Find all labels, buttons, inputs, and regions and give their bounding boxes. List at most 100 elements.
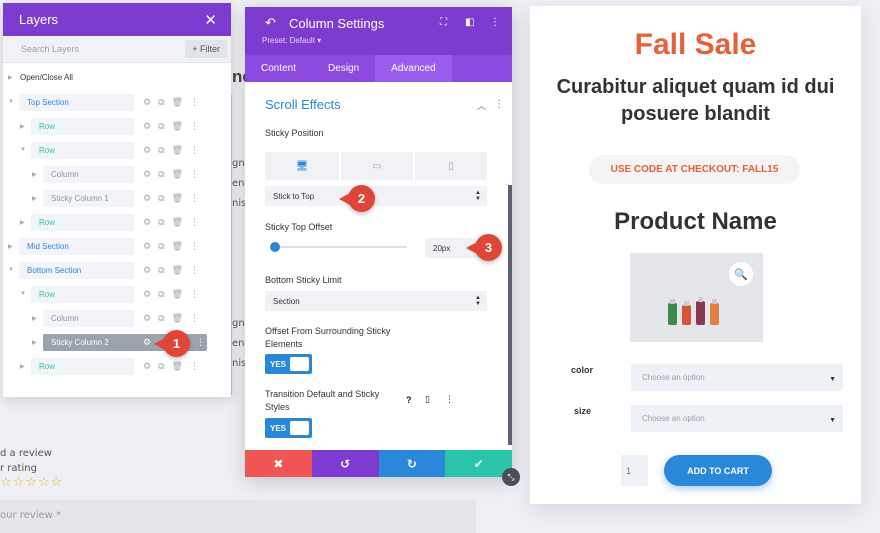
trash-icon[interactable]: 🗑 [172, 361, 183, 372]
preset-selector[interactable]: Preset: Default ▾ [262, 36, 321, 45]
mobile-icon[interactable]: ▯ [425, 394, 430, 405]
close-icon[interactable]: ✕ [204, 11, 217, 29]
fullscreen-icon[interactable]: ⛶ [440, 17, 447, 28]
copy-icon[interactable]: ⧉ [158, 289, 164, 300]
gear-icon[interactable]: ⚙ [143, 145, 151, 156]
back-arrow-icon[interactable]: ↶ [265, 15, 276, 31]
copy-icon[interactable]: ⧉ [158, 241, 164, 252]
zoom-icon[interactable]: 🔍 [729, 262, 753, 286]
layer-item-column[interactable]: ▶ Column ⚙ ⧉ 🗑 ⋮ [3, 164, 231, 184]
copy-icon[interactable]: ⧉ [158, 97, 164, 108]
layer-item-sticky-column-2[interactable]: ▶ Sticky Column 2 ⚙ ⋮ [3, 332, 231, 352]
trash-icon[interactable]: 🗑 [172, 193, 183, 204]
more-icon[interactable]: ⋮ [190, 121, 199, 132]
trash-icon[interactable]: 🗑 [172, 121, 183, 132]
more-icon[interactable]: ⋮ [190, 241, 199, 252]
rating-stars[interactable]: ☆☆☆☆☆ [0, 474, 63, 490]
transition-toggle[interactable]: YES [265, 418, 312, 438]
more-icon[interactable]: ⋮ [445, 394, 454, 405]
offset-slider-track[interactable] [273, 246, 407, 248]
offset-slider-handle[interactable] [270, 242, 280, 252]
gear-icon[interactable]: ⚙ [143, 241, 151, 252]
help-icon[interactable]: ? [406, 395, 412, 405]
add-to-cart-button[interactable]: ADD TO CART [664, 455, 772, 486]
more-icon[interactable]: ⋮ [190, 289, 199, 300]
tab-design[interactable]: Design [312, 55, 375, 82]
layer-item-top-section[interactable]: ▼ Top Section ⚙ ⧉ 🗑 ⋮ [3, 92, 231, 112]
trash-icon[interactable]: 🗑 [172, 289, 183, 300]
split-view-icon[interactable]: ◧ [465, 17, 474, 28]
trash-icon[interactable]: 🗑 [172, 97, 183, 108]
redo-icon[interactable]: ↻ [378, 450, 446, 477]
layer-item-row[interactable]: ▶ Row ⚙ ⧉ 🗑 ⋮ [3, 212, 231, 232]
gear-icon[interactable]: ⚙ [143, 337, 151, 348]
layer-item-row[interactable]: ▼ Row ⚙ ⧉ 🗑 ⋮ [3, 140, 231, 160]
offset-surrounding-toggle[interactable]: YES [265, 354, 312, 374]
offset-surrounding-label: Offset From Surrounding Sticky Elements [265, 326, 391, 349]
gear-icon[interactable]: ⚙ [143, 121, 151, 132]
layer-actions: ⚙ ⧉ 🗑 ⋮ [143, 193, 199, 204]
layer-item-mid-section[interactable]: ▶ Mid Section ⚙ ⧉ 🗑 ⋮ [3, 236, 231, 256]
gear-icon[interactable]: ⚙ [143, 193, 151, 204]
trash-icon[interactable]: 🗑 [172, 241, 183, 252]
copy-icon[interactable]: ⧉ [158, 169, 164, 180]
layer-item-bottom-section[interactable]: ▼ Bottom Section ⚙ ⧉ 🗑 ⋮ [3, 260, 231, 280]
more-icon[interactable]: ⋮ [190, 169, 199, 180]
gear-icon[interactable]: ⚙ [143, 169, 151, 180]
copy-icon[interactable]: ⧉ [158, 145, 164, 156]
settings-scrollbar[interactable] [508, 185, 512, 445]
gear-icon[interactable]: ⚙ [143, 289, 151, 300]
layer-item-column[interactable]: ▶ Column ⚙ ⧉ 🗑 ⋮ [3, 308, 231, 328]
more-icon[interactable]: ⋮ [190, 97, 199, 108]
layer-item-row[interactable]: ▼ Row ⚙ ⧉ 🗑 ⋮ [3, 284, 231, 304]
trash-icon[interactable]: 🗑 [172, 217, 183, 228]
bottom-limit-select[interactable]: Section ▲ ▼ [265, 291, 487, 311]
gear-icon[interactable]: ⚙ [143, 217, 151, 228]
color-select[interactable]: Choose an option ▼ [631, 364, 843, 391]
more-icon[interactable]: ⋮ [190, 265, 199, 276]
more-icon[interactable]: ⋮ [190, 361, 199, 372]
layer-item-sticky-column-1[interactable]: ▶ Sticky Column 1 ⚙ ⧉ 🗑 ⋮ [3, 188, 231, 208]
more-icon[interactable]: ⋮ [190, 217, 199, 228]
layer-item-row[interactable]: ▶ Row ⚙ ⧉ 🗑 ⋮ [3, 356, 231, 376]
quantity-input[interactable]: 1 [621, 455, 648, 486]
chevron-up-icon[interactable]: ︿ [477, 99, 486, 112]
gear-icon[interactable]: ⚙ [143, 313, 151, 324]
more-icon[interactable]: ⋮ [490, 17, 500, 28]
trash-icon[interactable]: 🗑 [172, 265, 183, 276]
size-select[interactable]: Choose an option ▼ [631, 405, 843, 432]
resize-handle-icon[interactable]: ⤡ [502, 468, 520, 486]
copy-icon[interactable]: ⧉ [158, 217, 164, 228]
more-icon[interactable]: ⋮ [190, 193, 199, 204]
more-icon[interactable]: ⋮ [196, 337, 205, 348]
copy-icon[interactable]: ⧉ [158, 361, 164, 372]
desktop-icon[interactable]: 🖥 [265, 152, 339, 180]
copy-icon[interactable]: ⧉ [158, 193, 164, 204]
close-x-icon[interactable]: ✖ [245, 450, 312, 477]
scroll-effects-heading[interactable]: Scroll Effects [265, 97, 341, 112]
undo-icon[interactable]: ↺ [311, 450, 379, 477]
gear-icon[interactable]: ⚙ [143, 361, 151, 372]
copy-icon[interactable]: ⧉ [158, 265, 164, 276]
more-icon[interactable]: ⋮ [190, 145, 199, 156]
gear-icon[interactable]: ⚙ [143, 265, 151, 276]
copy-icon[interactable]: ⧉ [158, 121, 164, 132]
gear-icon[interactable]: ⚙ [143, 97, 151, 108]
tab-advanced[interactable]: Advanced [375, 55, 452, 82]
phone-icon[interactable]: ▯ [415, 152, 487, 180]
filter-button[interactable]: + Filter [185, 40, 227, 58]
review-textarea[interactable]: our review * [0, 500, 476, 533]
trash-icon[interactable]: 🗑 [172, 145, 183, 156]
layer-item-row[interactable]: ▶ Row ⚙ ⧉ 🗑 ⋮ [3, 116, 231, 136]
trash-icon[interactable]: 🗑 [172, 169, 183, 180]
copy-icon[interactable]: ⧉ [158, 313, 164, 324]
trash-icon[interactable]: 🗑 [172, 313, 183, 324]
tab-content[interactable]: Content [245, 55, 312, 82]
more-icon[interactable]: ⋮ [190, 313, 199, 324]
open-close-all[interactable]: ▶ Open/Close All [3, 67, 231, 87]
tablet-icon[interactable]: ▭ [341, 152, 413, 180]
sticky-position-select[interactable]: Stick to Top ▲ ▼ [265, 186, 487, 206]
chevron-right-icon: ▶ [8, 243, 13, 250]
more-icon[interactable]: ⋮ [494, 99, 504, 110]
layers-search-input[interactable]: Search Layers [21, 44, 79, 54]
